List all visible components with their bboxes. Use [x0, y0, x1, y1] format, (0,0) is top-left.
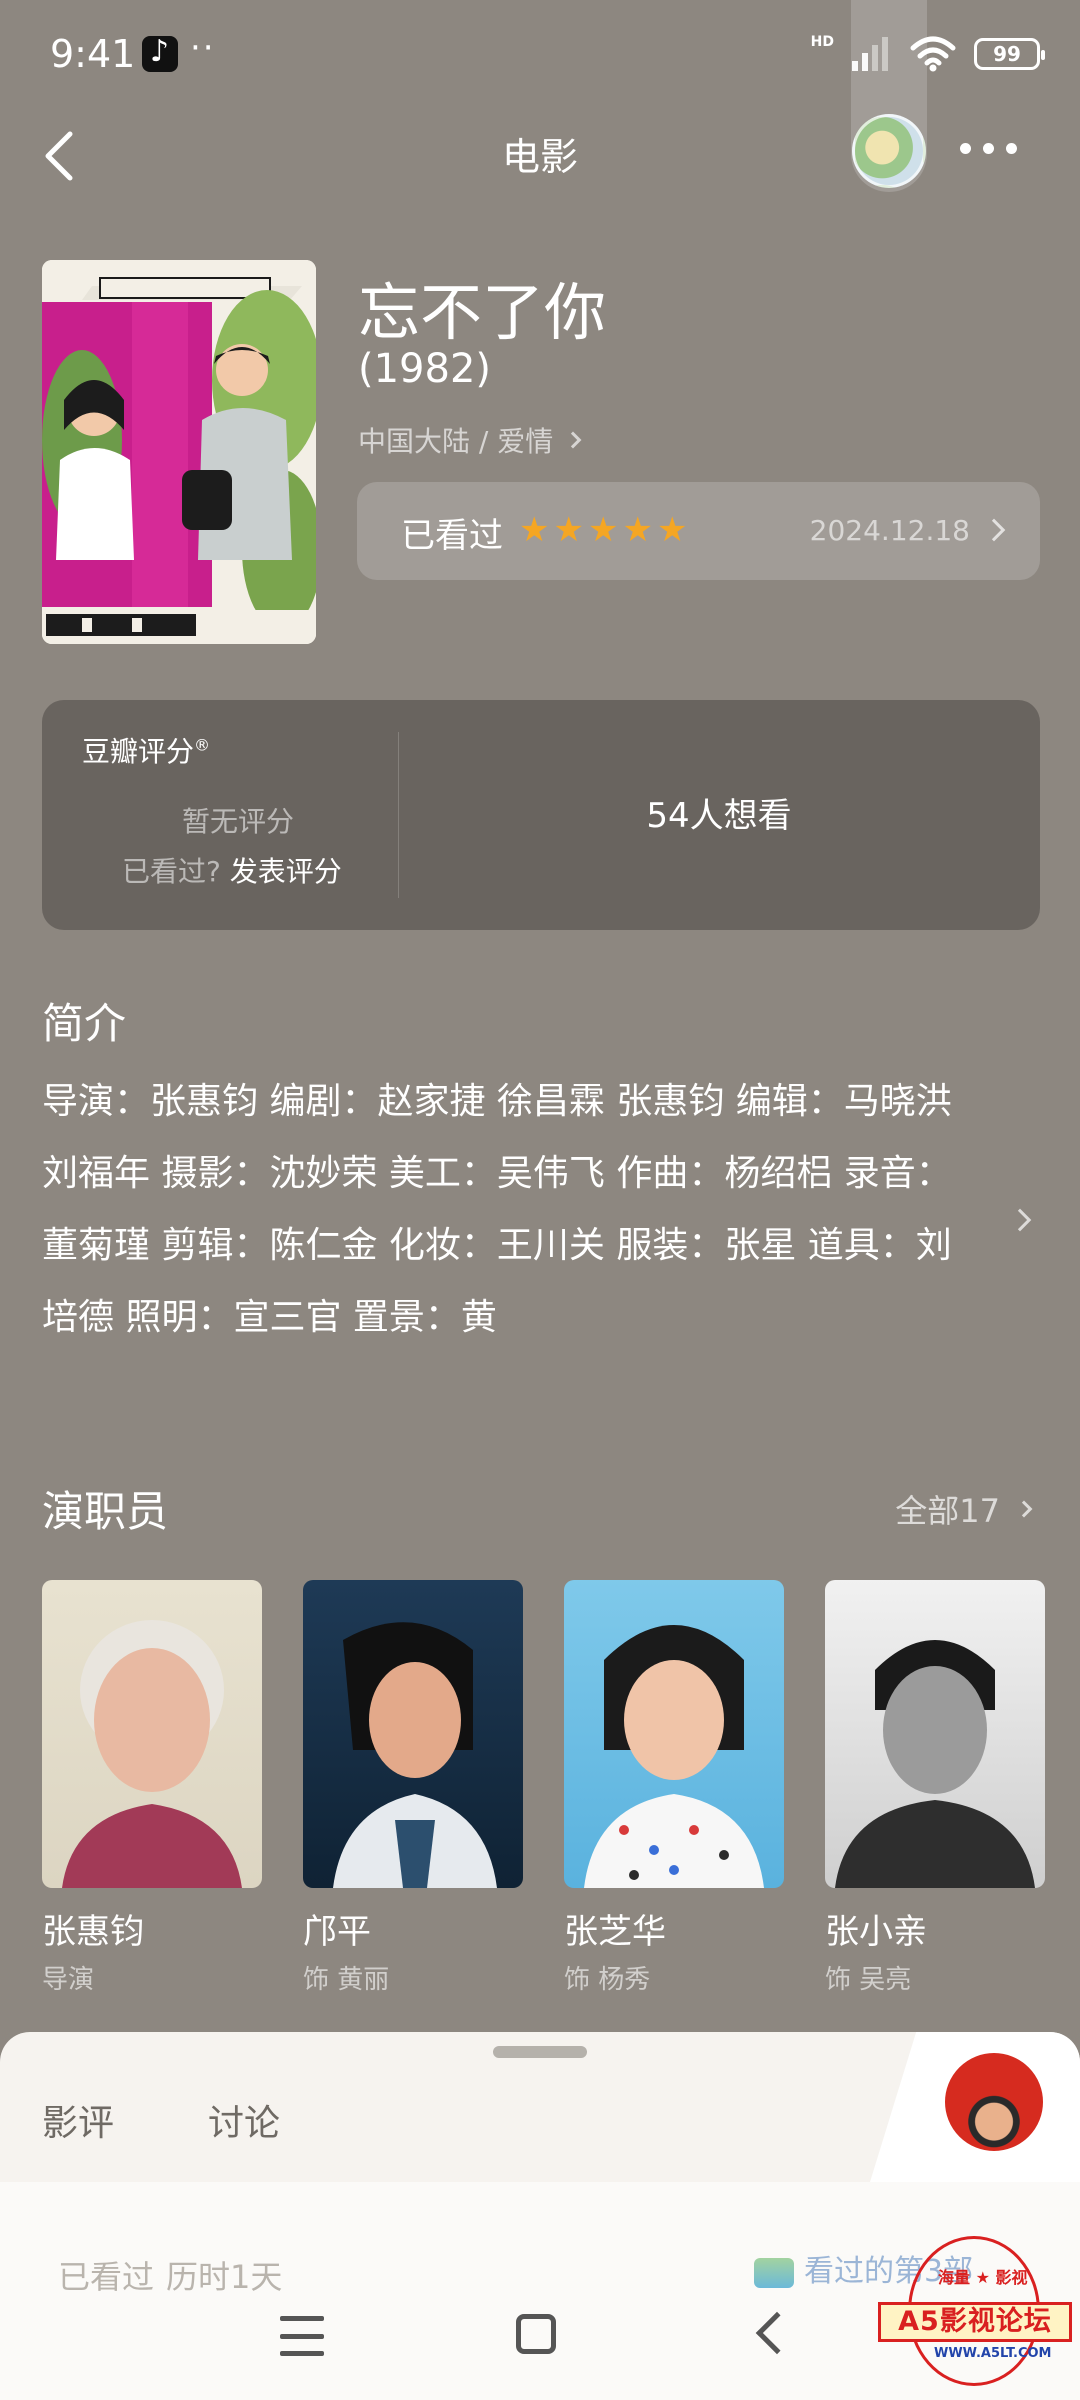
watched-label: 已看过	[401, 516, 503, 556]
watermark-url: WWW.A5LT.COM	[934, 2346, 1052, 2361]
rating-title-text: 豆瓣评分	[82, 735, 195, 768]
more-dot-icon	[960, 142, 971, 154]
star-icon: ★	[519, 510, 550, 550]
battery-icon: 99	[974, 38, 1045, 70]
rating-title: 豆瓣评分®	[82, 730, 210, 770]
star-icon: ★	[553, 510, 584, 550]
rate-prompt-question: 已看过?	[122, 855, 221, 888]
star-icon: ★	[656, 510, 688, 550]
synopsis-heading: 简介	[42, 999, 127, 1048]
tiktok-notification-icon	[142, 34, 178, 72]
portrait-image	[333, 1622, 497, 1888]
cast-role: 饰 吴亮	[825, 1965, 912, 1995]
cast-view-all-link[interactable]: 全部17	[895, 1486, 1033, 1532]
more-dot-icon	[1006, 142, 1017, 154]
cast-photo	[825, 1580, 1045, 1888]
cast-card[interactable]: 张芝华 饰 杨秀	[564, 1580, 784, 1996]
home-icon[interactable]	[516, 2314, 556, 2354]
profile-avatar-button[interactable]	[942, 2050, 1046, 2154]
portrait-image	[835, 1640, 1035, 1888]
no-rating-text: 暂无评分	[182, 805, 295, 838]
movie-meta-link[interactable]: 中国大陆 / 爱情	[358, 420, 582, 460]
cast-name: 张小亲	[825, 1912, 927, 1952]
watched-status-card[interactable]: 已看过 ★ ★ ★ ★ ★ 2024.12.18	[357, 482, 1040, 580]
tab-discussion[interactable]: 讨论	[208, 2094, 280, 2146]
movie-year: (1982)	[358, 346, 492, 392]
star-icon: ★	[622, 510, 653, 550]
cast-heading: 演职员	[42, 1487, 169, 1536]
status-time: 9:41	[50, 32, 136, 76]
watermark-name: A5影视论坛	[878, 2302, 1072, 2342]
watched-date: 2024.12.18	[809, 514, 970, 547]
movie-meta-text: 中国大陆 / 爱情	[358, 425, 554, 458]
watched-duration-value: 历时1天	[166, 2258, 283, 2296]
more-notifications-icon: ··	[190, 28, 216, 68]
want-to-watch-count: 54人想看	[646, 796, 792, 836]
tab-reviews[interactable]: 影评	[42, 2094, 114, 2146]
watermark-top-text: 海量 ★ 影视	[938, 2268, 1028, 2287]
cast-role: 导演	[42, 1965, 95, 1995]
cast-card[interactable]: 张小亲 饰 吴亮	[825, 1580, 1045, 1996]
chevron-right-icon	[1015, 1500, 1033, 1518]
cast-name: 张惠钧	[42, 1912, 144, 1952]
cast-list: 张惠钧 导演 邝平 饰 黄丽 张芝华 饰 杨秀 张小亲 饰 吴亮	[42, 1580, 1080, 1996]
hd-icon: HD	[810, 34, 834, 50]
portrait-image	[62, 1620, 242, 1888]
cast-name: 邝平	[303, 1912, 371, 1952]
cast-photo	[42, 1580, 262, 1888]
user-rating-stars: ★ ★ ★ ★ ★	[519, 510, 687, 550]
chevron-right-icon	[982, 518, 1006, 542]
drag-handle[interactable]	[493, 2046, 587, 2058]
post-rating-link[interactable]: 发表评分	[230, 855, 342, 888]
movie-poster[interactable]	[42, 260, 316, 644]
cast-role: 饰 黄丽	[303, 1965, 390, 1995]
more-dot-icon	[983, 142, 994, 154]
user-avatar-button[interactable]	[852, 114, 926, 188]
cast-role: 饰 杨秀	[564, 1965, 651, 1995]
portrait-image	[584, 1625, 764, 1888]
rate-prompt: 已看过? 发表评分	[122, 850, 342, 890]
recent-apps-icon[interactable]	[280, 2316, 324, 2356]
cast-card[interactable]: 邝平 饰 黄丽	[303, 1580, 523, 1996]
chevron-right-icon	[564, 431, 582, 449]
system-back-icon[interactable]	[755, 2311, 799, 2355]
more-options-button[interactable]	[960, 128, 1030, 168]
douban-rating-card: 豆瓣评分® 暂无评分 已看过? 发表评分 54人想看	[42, 700, 1040, 930]
chevron-right-icon[interactable]	[1008, 1208, 1032, 1232]
poster-artwork	[42, 260, 316, 644]
forum-watermark: 海量 ★ 影视 A5影视论坛 WWW.A5LT.COM	[878, 2236, 1072, 2396]
registered-mark: ®	[194, 735, 211, 755]
watched-duration-label: 已看过	[58, 2258, 155, 2296]
cast-all-label: 全部17	[895, 1492, 1000, 1530]
cast-photo	[303, 1580, 523, 1888]
cast-photo	[564, 1580, 784, 1888]
cast-card[interactable]: 张惠钧 导演	[42, 1580, 262, 1996]
synopsis-text[interactable]: 导演：张惠钧 编剧：赵家捷 徐昌霖 张惠钧 编辑：马晓洪 刘福年 摄影：沈妙荣 …	[42, 1066, 962, 1354]
star-icon: ★	[587, 510, 619, 550]
cast-name: 张芝华	[564, 1912, 666, 1952]
watched-duration: 已看过 历时1天	[58, 2252, 282, 2298]
movie-title: 忘不了你	[358, 276, 607, 349]
